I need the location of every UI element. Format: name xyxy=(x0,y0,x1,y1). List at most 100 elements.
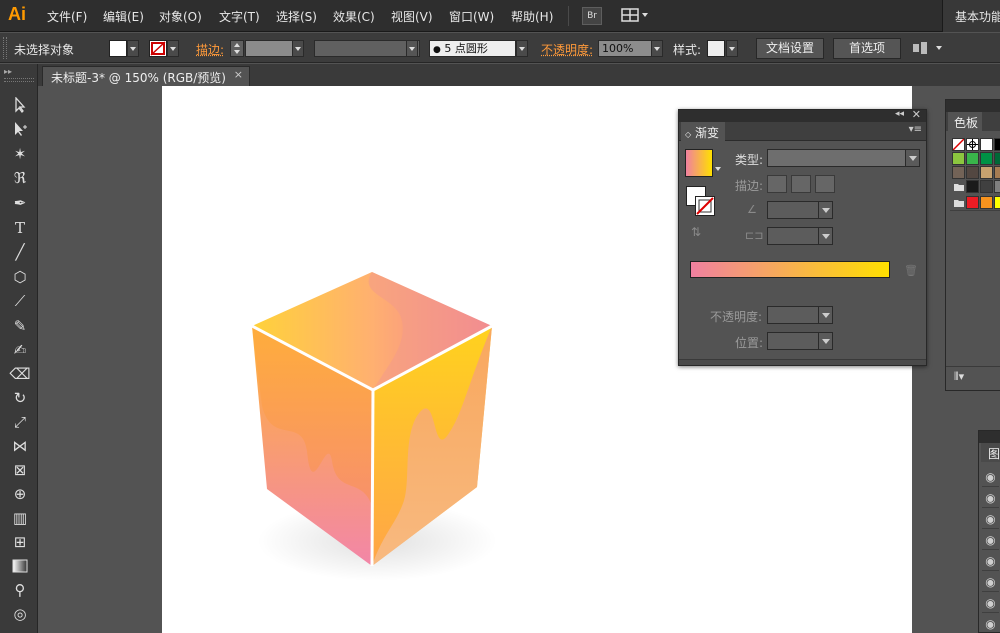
stroke-indicator[interactable] xyxy=(695,196,715,216)
variable-width-dropdown[interactable] xyxy=(406,40,418,57)
blob-brush-tool-icon[interactable]: ✍ xyxy=(9,339,31,361)
scale-tool-icon[interactable]: ⤢ xyxy=(9,411,31,433)
stroke-swatch[interactable] xyxy=(149,40,167,57)
eraser-tool-icon[interactable]: ⌫ xyxy=(9,363,31,385)
brush-dropdown[interactable] xyxy=(516,40,528,57)
swatch-group-folder-icon[interactable] xyxy=(952,196,965,209)
swatch-color[interactable] xyxy=(980,166,993,179)
menu-file[interactable]: 文件(F) xyxy=(47,8,87,25)
selection-tool-icon[interactable] xyxy=(9,94,31,116)
visibility-eye-icon[interactable]: ◉ xyxy=(982,614,999,633)
swatch-color[interactable] xyxy=(994,152,1000,165)
menu-type[interactable]: 文字(T) xyxy=(219,8,260,25)
opacity-dropdown[interactable] xyxy=(651,40,663,57)
style-dropdown[interactable] xyxy=(726,40,738,57)
swatch-color[interactable] xyxy=(994,196,1000,209)
close-panel-icon[interactable]: ✕ xyxy=(912,108,921,121)
gradient-tool-icon[interactable] xyxy=(9,555,31,577)
opacity-label[interactable]: 不透明度: xyxy=(541,41,593,58)
stop-position-dropdown[interactable] xyxy=(767,332,833,350)
aspect-ratio-dropdown[interactable] xyxy=(767,227,833,245)
visibility-eye-icon[interactable]: ◉ xyxy=(982,530,999,550)
document-setup-button[interactable]: 文档设置 xyxy=(756,38,824,59)
fill-swatch[interactable] xyxy=(109,40,127,57)
bridge-button[interactable]: Br xyxy=(582,7,602,25)
swatch-color[interactable] xyxy=(966,166,979,179)
magic-wand-tool-icon[interactable]: ✶ xyxy=(9,143,31,165)
preferences-button[interactable]: 首选项 xyxy=(833,38,901,59)
visibility-eye-icon[interactable]: ◉ xyxy=(982,467,999,487)
angle-dropdown[interactable] xyxy=(767,201,833,219)
panel-resize-bar[interactable] xyxy=(679,359,926,365)
reverse-gradient-icon[interactable]: ⇅ xyxy=(691,225,701,239)
arrange-documents-button[interactable] xyxy=(620,7,650,25)
direct-selection-tool-icon[interactable] xyxy=(9,118,31,140)
swatch-color[interactable] xyxy=(994,166,1000,179)
brush-definition-field[interactable]: ● 5 点圆形 xyxy=(429,40,516,57)
visibility-eye-icon[interactable]: ◉ xyxy=(982,551,999,571)
type-tool-icon[interactable]: T xyxy=(9,217,31,239)
stroke-along-icon[interactable] xyxy=(791,175,811,193)
swatch-color[interactable] xyxy=(966,196,979,209)
gradient-menu-arrow-icon[interactable] xyxy=(715,167,721,171)
stroke-weight-dropdown[interactable] xyxy=(292,40,304,57)
lasso-tool-icon[interactable]: ℜ xyxy=(9,167,31,189)
swatch-color[interactable] xyxy=(994,180,1000,193)
swatch-white[interactable] xyxy=(980,138,993,151)
gradient-panel-titlebar[interactable]: ◂◂ ✕ xyxy=(679,108,926,122)
delete-stop-icon[interactable]: 🗑 xyxy=(904,264,918,277)
menu-window[interactable]: 窗口(W) xyxy=(449,8,494,25)
align-options-button[interactable] xyxy=(912,40,944,59)
menu-help[interactable]: 帮助(H) xyxy=(511,8,553,25)
fill-dropdown[interactable] xyxy=(127,40,139,57)
variable-width-profile[interactable] xyxy=(314,40,420,57)
style-swatch[interactable] xyxy=(707,40,725,57)
swatch-color[interactable] xyxy=(980,180,993,193)
swatch-color[interactable] xyxy=(966,152,979,165)
tools-grip[interactable] xyxy=(4,78,34,82)
stroke-across-icon[interactable] xyxy=(815,175,835,193)
mesh-tool-icon[interactable]: ⊞ xyxy=(9,531,31,553)
workspace-switcher[interactable]: 基本功能 xyxy=(942,0,1000,32)
stop-opacity-dropdown[interactable] xyxy=(767,306,833,324)
menu-effect[interactable]: 效果(C) xyxy=(333,8,375,25)
stroke-label[interactable]: 描边: xyxy=(196,41,224,58)
swatch-color[interactable] xyxy=(952,166,965,179)
rotate-tool-icon[interactable]: ↻ xyxy=(9,387,31,409)
swatch-color[interactable] xyxy=(966,180,979,193)
stroke-weight-stepper[interactable] xyxy=(230,40,244,57)
swatch-none[interactable] xyxy=(952,138,965,151)
gradient-type-dropdown[interactable] xyxy=(767,149,920,167)
stroke-within-icon[interactable] xyxy=(767,175,787,193)
visibility-eye-icon[interactable]: ◉ xyxy=(982,593,999,613)
tab-swatches[interactable]: 色板 xyxy=(948,112,982,131)
free-transform-tool-icon[interactable]: ⊠ xyxy=(9,459,31,481)
menu-object[interactable]: 对象(O) xyxy=(159,8,202,25)
panel-menu-icon[interactable]: ▾≡ xyxy=(909,124,922,135)
gradient-thumbnail[interactable] xyxy=(685,149,713,177)
document-tab[interactable]: 未标题-3* @ 150% (RGB/预览) × xyxy=(42,66,250,86)
line-tool-icon[interactable]: ╱ xyxy=(9,241,31,263)
tab-gradient[interactable]: ◇ 渐变 xyxy=(681,122,725,141)
paintbrush-tool-icon[interactable]: ⟋ xyxy=(9,290,31,312)
swatch-registration[interactable] xyxy=(966,138,979,151)
control-bar-grip[interactable] xyxy=(3,37,7,59)
menu-select[interactable]: 选择(S) xyxy=(276,8,317,25)
swatch-libraries-icon[interactable]: ⫴▾ xyxy=(954,370,964,384)
swatch-black[interactable] xyxy=(994,138,1000,151)
gradient-slider[interactable] xyxy=(690,261,890,278)
menu-view[interactable]: 视图(V) xyxy=(391,8,433,25)
close-document-icon[interactable]: × xyxy=(234,68,243,81)
tab-layers[interactable]: 图 xyxy=(981,443,1000,462)
opacity-field[interactable]: 100% xyxy=(598,40,652,57)
layers-titlebar[interactable] xyxy=(979,431,1000,443)
stroke-weight-field[interactable] xyxy=(245,40,293,57)
eyedropper-tool-icon[interactable]: ⚲ xyxy=(9,579,31,601)
shape-builder-tool-icon[interactable]: ⊕ xyxy=(9,483,31,505)
stroke-dropdown[interactable] xyxy=(167,40,179,57)
swatch-color[interactable] xyxy=(952,152,965,165)
pen-tool-icon[interactable]: ✒ xyxy=(9,192,31,214)
swatches-titlebar[interactable] xyxy=(946,100,1000,112)
column-graph-tool-icon[interactable]: ▥ xyxy=(9,507,31,529)
swatch-color[interactable] xyxy=(980,196,993,209)
